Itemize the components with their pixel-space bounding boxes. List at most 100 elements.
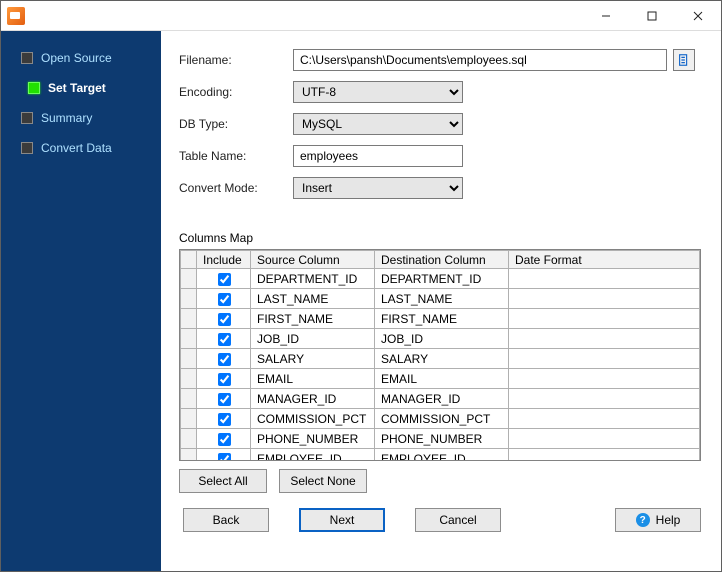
date-format-header[interactable]: Date Format xyxy=(509,251,700,269)
include-checkbox[interactable] xyxy=(218,353,231,366)
date_format-cell[interactable] xyxy=(509,329,700,349)
destination-cell[interactable]: DEPARTMENT_ID xyxy=(375,269,509,289)
dbtype-select[interactable]: MySQL xyxy=(293,113,463,135)
date_format-cell[interactable] xyxy=(509,349,700,369)
source-column-header[interactable]: Source Column xyxy=(251,251,375,269)
row-handle[interactable] xyxy=(181,389,197,409)
sidebar-step[interactable]: Summary xyxy=(1,103,161,133)
table-row[interactable]: SALARYSALARY xyxy=(181,349,700,369)
include-cell xyxy=(197,289,251,309)
date_format-cell[interactable] xyxy=(509,269,700,289)
include-checkbox[interactable] xyxy=(218,393,231,406)
include-cell xyxy=(197,269,251,289)
table-row[interactable]: MANAGER_IDMANAGER_ID xyxy=(181,389,700,409)
sidebar-step[interactable]: Convert Data xyxy=(1,133,161,163)
date_format-cell[interactable] xyxy=(509,369,700,389)
date_format-cell[interactable] xyxy=(509,309,700,329)
filename-input[interactable] xyxy=(293,49,667,71)
date_format-cell[interactable] xyxy=(509,429,700,449)
source-cell[interactable]: DEPARTMENT_ID xyxy=(251,269,375,289)
back-button[interactable]: Back xyxy=(183,508,269,532)
help-button[interactable]: ? Help xyxy=(615,508,701,532)
source-cell[interactable]: EMAIL xyxy=(251,369,375,389)
include-checkbox[interactable] xyxy=(218,453,231,461)
row-handle[interactable] xyxy=(181,289,197,309)
cancel-button[interactable]: Cancel xyxy=(415,508,501,532)
source-cell[interactable]: MANAGER_ID xyxy=(251,389,375,409)
wizard-window: Open Source Set Target Summary Convert Data… xyxy=(0,0,722,572)
step-label: Summary xyxy=(41,111,92,125)
include-cell xyxy=(197,389,251,409)
maximize-button[interactable] xyxy=(629,1,675,31)
destination-cell[interactable]: JOB_ID xyxy=(375,329,509,349)
date_format-cell[interactable] xyxy=(509,449,700,462)
source-cell[interactable]: SALARY xyxy=(251,349,375,369)
source-cell[interactable]: COMMISSION_PCT xyxy=(251,409,375,429)
destination-cell[interactable]: MANAGER_ID xyxy=(375,389,509,409)
select-all-button[interactable]: Select All xyxy=(179,469,267,493)
row-handle[interactable] xyxy=(181,349,197,369)
date_format-cell[interactable] xyxy=(509,409,700,429)
row-handle[interactable] xyxy=(181,369,197,389)
destination-column-header[interactable]: Destination Column xyxy=(375,251,509,269)
step-indicator-icon xyxy=(21,112,33,124)
include-cell xyxy=(197,309,251,329)
include-cell xyxy=(197,369,251,389)
source-cell[interactable]: JOB_ID xyxy=(251,329,375,349)
include-cell xyxy=(197,409,251,429)
destination-cell[interactable]: LAST_NAME xyxy=(375,289,509,309)
convertmode-select[interactable]: Insert xyxy=(293,177,463,199)
table-row[interactable]: JOB_IDJOB_ID xyxy=(181,329,700,349)
sidebar-step[interactable]: Set Target xyxy=(1,73,161,103)
destination-cell[interactable]: COMMISSION_PCT xyxy=(375,409,509,429)
destination-cell[interactable]: FIRST_NAME xyxy=(375,309,509,329)
columns-table-wrap[interactable]: Include Source Column Destination Column… xyxy=(179,249,701,461)
include-header[interactable]: Include xyxy=(197,251,251,269)
include-checkbox[interactable] xyxy=(218,373,231,386)
step-indicator-icon xyxy=(21,52,33,64)
table-row[interactable]: EMPLOYEE_IDEMPLOYEE_ID xyxy=(181,449,700,462)
next-button[interactable]: Next xyxy=(299,508,385,532)
row-handle[interactable] xyxy=(181,329,197,349)
include-checkbox[interactable] xyxy=(218,333,231,346)
filename-label: Filename: xyxy=(179,53,287,67)
destination-cell[interactable]: EMPLOYEE_ID xyxy=(375,449,509,462)
row-handle[interactable] xyxy=(181,409,197,429)
step-indicator-icon xyxy=(28,82,40,94)
include-cell xyxy=(197,329,251,349)
row-handle[interactable] xyxy=(181,309,197,329)
close-button[interactable] xyxy=(675,1,721,31)
date_format-cell[interactable] xyxy=(509,389,700,409)
include-checkbox[interactable] xyxy=(218,433,231,446)
date_format-cell[interactable] xyxy=(509,289,700,309)
include-checkbox[interactable] xyxy=(218,313,231,326)
table-row[interactable]: PHONE_NUMBERPHONE_NUMBER xyxy=(181,429,700,449)
source-cell[interactable]: FIRST_NAME xyxy=(251,309,375,329)
row-handle[interactable] xyxy=(181,269,197,289)
sidebar-step[interactable]: Open Source xyxy=(1,43,161,73)
table-row[interactable]: DEPARTMENT_IDDEPARTMENT_ID xyxy=(181,269,700,289)
step-label: Open Source xyxy=(41,51,112,65)
minimize-button[interactable] xyxy=(583,1,629,31)
source-cell[interactable]: PHONE_NUMBER xyxy=(251,429,375,449)
destination-cell[interactable]: EMAIL xyxy=(375,369,509,389)
columns-table: Include Source Column Destination Column… xyxy=(180,250,700,461)
destination-cell[interactable]: SALARY xyxy=(375,349,509,369)
table-row[interactable]: FIRST_NAMEFIRST_NAME xyxy=(181,309,700,329)
select-none-button[interactable]: Select None xyxy=(279,469,367,493)
encoding-select[interactable]: UTF-8 xyxy=(293,81,463,103)
row-handle[interactable] xyxy=(181,429,197,449)
table-row[interactable]: COMMISSION_PCTCOMMISSION_PCT xyxy=(181,409,700,429)
source-cell[interactable]: LAST_NAME xyxy=(251,289,375,309)
tablename-input[interactable] xyxy=(293,145,463,167)
row-handle[interactable] xyxy=(181,449,197,462)
table-row[interactable]: LAST_NAMELAST_NAME xyxy=(181,289,700,309)
source-cell[interactable]: EMPLOYEE_ID xyxy=(251,449,375,462)
include-checkbox[interactable] xyxy=(218,273,231,286)
table-row[interactable]: EMAILEMAIL xyxy=(181,369,700,389)
destination-cell[interactable]: PHONE_NUMBER xyxy=(375,429,509,449)
include-checkbox[interactable] xyxy=(218,413,231,426)
browse-file-button[interactable] xyxy=(673,49,695,71)
include-checkbox[interactable] xyxy=(218,293,231,306)
sidebar-steps: Open Source Set Target Summary Convert Data xyxy=(1,31,161,571)
